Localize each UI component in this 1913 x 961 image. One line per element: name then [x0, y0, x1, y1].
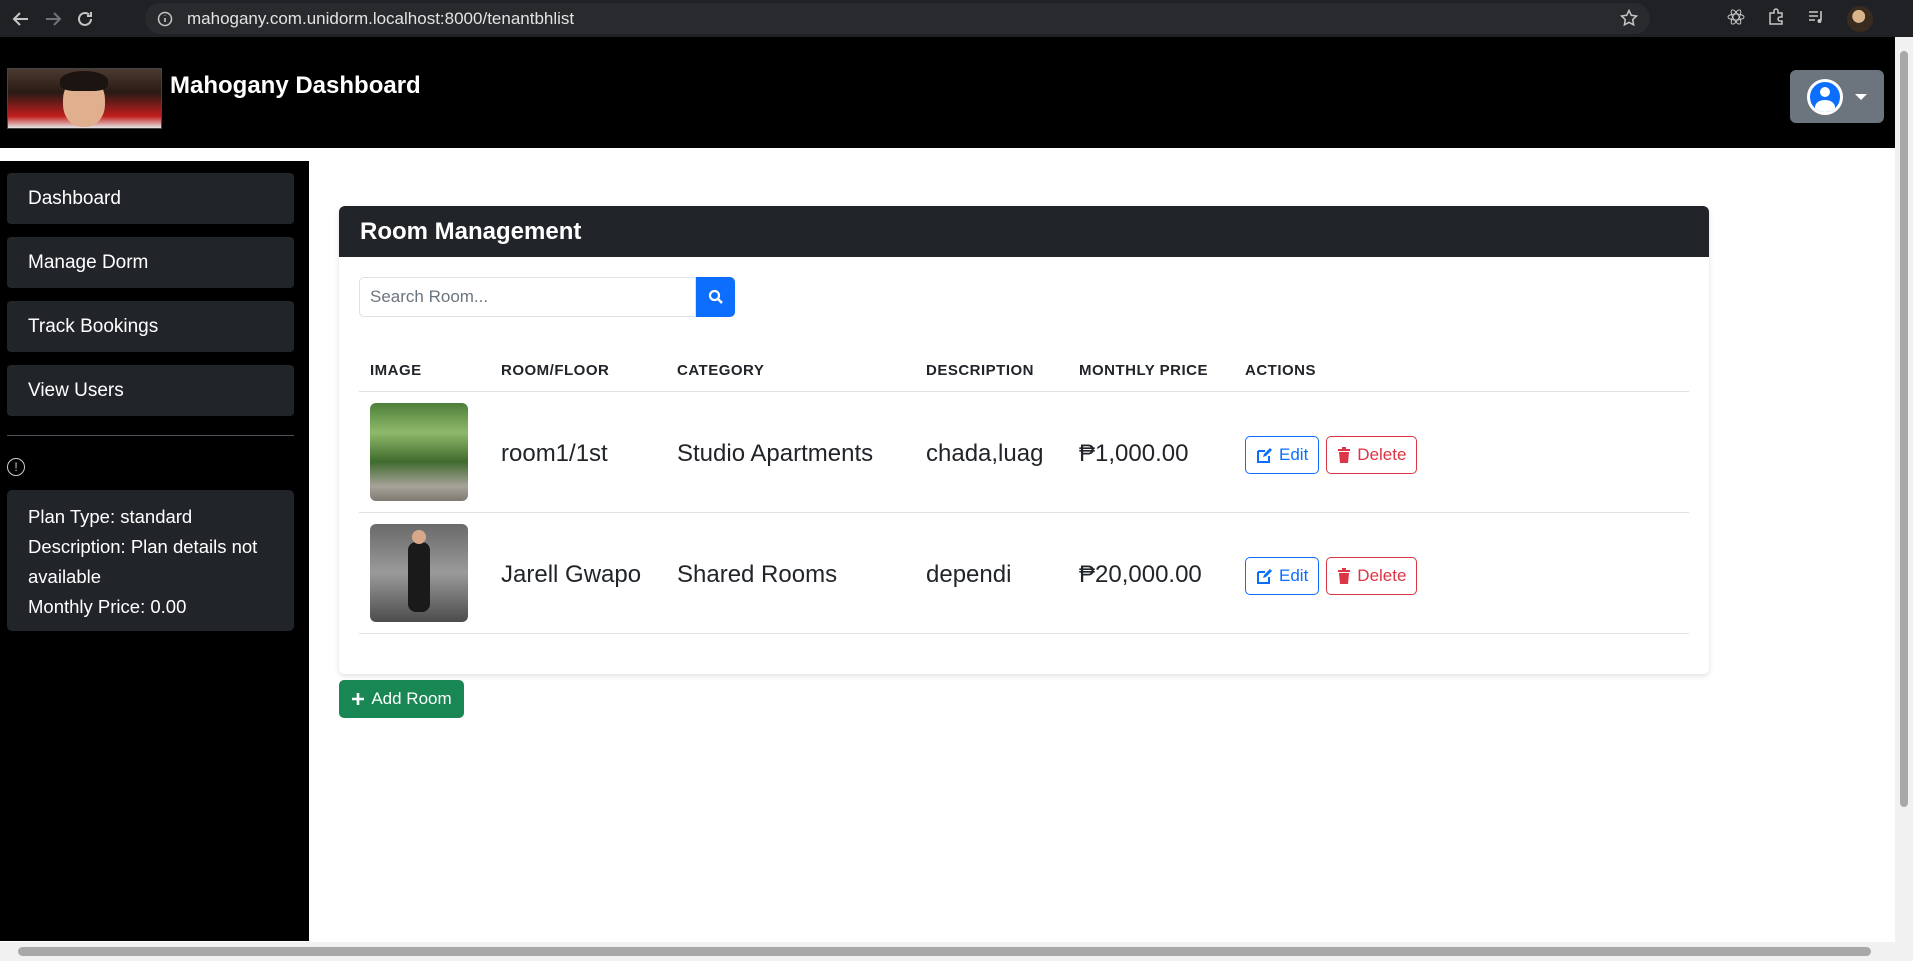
search-button[interactable]: [696, 277, 735, 317]
table-row: room1/1st Studio Apartments chada,luag ₱…: [359, 392, 1689, 513]
card-title: Room Management: [339, 206, 1709, 257]
caret-down-icon: [1855, 93, 1867, 100]
sidebar: Dashboard Manage Dorm Track Bookings Vie…: [0, 161, 309, 941]
column-header-image: IMAGE: [370, 362, 422, 379]
user-menu-button[interactable]: [1790, 70, 1884, 123]
room-floor: room1/1st: [501, 440, 608, 467]
column-header-description: DESCRIPTION: [926, 362, 1035, 379]
extensions-puzzle-icon[interactable]: [1767, 7, 1785, 31]
site-info-icon[interactable]: [157, 11, 173, 27]
column-header-category: CATEGORY: [677, 362, 765, 379]
sidebar-item-view-users[interactable]: View Users: [7, 365, 294, 416]
room-image: [370, 524, 468, 622]
back-icon[interactable]: [10, 8, 32, 30]
plan-monthly-price: Monthly Price: 0.00: [28, 596, 187, 617]
sidebar-item-track-bookings[interactable]: Track Bookings: [7, 301, 294, 352]
horizontal-scrollbar[interactable]: [0, 942, 1913, 961]
forward-icon[interactable]: [42, 8, 64, 30]
delete-button[interactable]: Delete: [1326, 557, 1418, 595]
delete-label: Delete: [1357, 445, 1407, 464]
table-header: IMAGE ROOM/FLOOR CATEGORY DESCRIPTION MO…: [359, 347, 1689, 392]
room-category: Shared Rooms: [677, 561, 838, 588]
browser-toolbar: mahogany.com.unidorm.localhost:8000/tena…: [0, 0, 1913, 37]
edit-button[interactable]: Edit: [1245, 436, 1320, 474]
horizontal-scroll-thumb[interactable]: [18, 947, 1871, 956]
delete-label: Delete: [1357, 566, 1407, 585]
vertical-scroll-thumb[interactable]: [1900, 51, 1908, 807]
trash-icon: [1338, 447, 1351, 463]
room-description: dependi: [926, 561, 1012, 588]
plus-icon: [352, 693, 365, 705]
browser-profile-avatar[interactable]: [1847, 6, 1873, 32]
room-price: ₱20,000.00: [1079, 561, 1202, 588]
reload-icon[interactable]: [74, 8, 96, 30]
plan-type: Plan Type: standard: [28, 506, 193, 527]
sidebar-item-manage-dorm[interactable]: Manage Dorm: [7, 237, 294, 288]
url-text: mahogany.com.unidorm.localhost:8000/tena…: [187, 8, 575, 28]
user-circle-icon: [1807, 78, 1843, 115]
edit-button[interactable]: Edit: [1245, 557, 1320, 595]
plan-info-box: Plan Type: standard Description: Plan de…: [7, 490, 294, 631]
dashboard-title: Mahogany Dashboard: [170, 72, 421, 99]
add-room-label: Add Room: [371, 689, 452, 708]
profile-photo: [7, 68, 162, 129]
app-header: Mahogany Dashboard: [0, 37, 1895, 148]
column-header-actions: ACTIONS: [1245, 362, 1316, 379]
column-header-room: ROOM/FLOOR: [501, 362, 610, 379]
trash-icon: [1338, 568, 1351, 584]
edit-icon: [1257, 447, 1272, 463]
vertical-scrollbar[interactable]: [1895, 37, 1913, 942]
address-bar[interactable]: mahogany.com.unidorm.localhost:8000/tena…: [145, 3, 1650, 34]
delete-button[interactable]: Delete: [1326, 436, 1418, 474]
search-group: [359, 277, 735, 317]
extension-react-icon[interactable]: [1727, 8, 1745, 31]
sidebar-item-dashboard[interactable]: Dashboard: [7, 173, 294, 224]
room-category: Studio Apartments: [677, 440, 874, 467]
sidebar-divider: [7, 435, 294, 436]
bookmark-star-icon[interactable]: [1619, 8, 1639, 32]
room-image: [370, 403, 468, 501]
room-floor: Jarell Gwapo: [501, 561, 642, 588]
rooms-table: IMAGE ROOM/FLOOR CATEGORY DESCRIPTION MO…: [359, 347, 1689, 634]
plan-description: Description: Plan details not available: [28, 536, 258, 587]
room-management-card: Room Management IMAGE ROOM/FLOOR CATEGOR…: [339, 206, 1709, 674]
table-row: Jarell Gwapo Shared Rooms dependi ₱20,00…: [359, 513, 1689, 634]
room-description: chada,luag: [926, 440, 1044, 467]
column-header-price: MONTHLY PRICE: [1079, 362, 1209, 379]
edit-label: Edit: [1279, 566, 1309, 585]
media-queue-icon[interactable]: [1807, 8, 1825, 31]
room-price: ₱1,000.00: [1079, 440, 1189, 467]
search-input[interactable]: [359, 277, 696, 317]
info-circle-icon[interactable]: !: [7, 458, 25, 476]
edit-label: Edit: [1279, 445, 1309, 464]
add-room-button[interactable]: Add Room: [339, 680, 464, 718]
edit-icon: [1257, 568, 1272, 584]
search-icon: [708, 289, 723, 304]
